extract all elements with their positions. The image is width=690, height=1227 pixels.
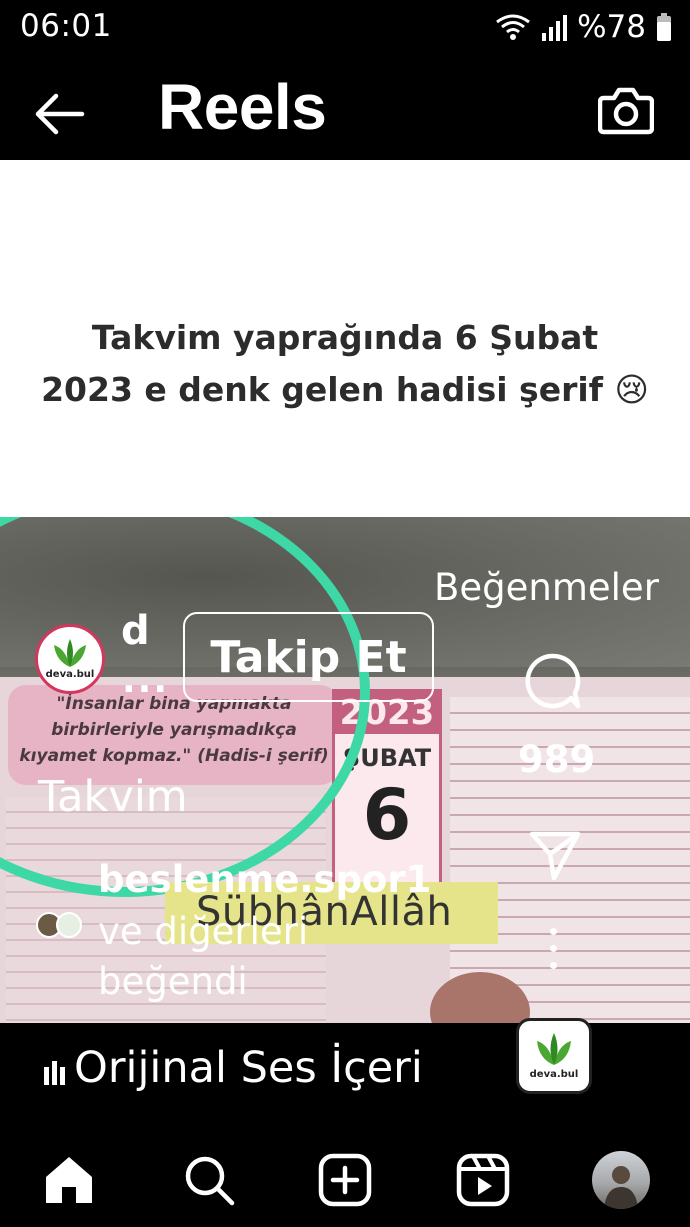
create-post-icon[interactable] <box>318 1153 372 1207</box>
home-icon[interactable] <box>42 1153 96 1207</box>
calendar-day: 6 <box>362 774 412 856</box>
status-icons: %78 <box>495 9 672 45</box>
more-options-icon[interactable] <box>545 928 561 992</box>
audio-wave-icon <box>44 1061 66 1085</box>
audio-label[interactable]: Orijinal Ses İçeri <box>74 1043 423 1093</box>
leaf-logo-icon <box>54 639 86 667</box>
avatar-brand: deva.bul <box>45 669 95 680</box>
audio-thumb-brand: deva.bul <box>529 1069 579 1080</box>
liker-avatar <box>56 912 82 938</box>
liker-avatars <box>36 912 84 940</box>
header: Reels <box>0 56 690 160</box>
reel-video[interactable]: Takvim yaprağında 6 Şubat 2023 e denk ge… <box>0 160 690 1023</box>
reel-caption-line1: Takvim yaprağında 6 Şubat <box>91 318 599 357</box>
liked-by-user[interactable]: beslenme.spor1 <box>98 858 431 901</box>
reel-caption-panel: Takvim yaprağında 6 Şubat 2023 e denk ge… <box>0 160 690 517</box>
reels-icon[interactable] <box>456 1153 510 1207</box>
liked-by-suffix: beğendi <box>98 960 248 1003</box>
page-title: Reels <box>158 71 327 143</box>
audio-bar[interactable]: Orijinal Ses İçeri deva.bul <box>0 1018 690 1123</box>
search-icon[interactable] <box>182 1153 236 1207</box>
comment-icon[interactable] <box>524 652 582 710</box>
bottom-nav <box>0 1123 690 1227</box>
reel-caption-line2: 2023 e denk gelen hadisi şerif 😢 <box>41 370 649 409</box>
liked-by-others[interactable]: ve diğerleri <box>98 910 308 953</box>
status-bar: 06:01 %78 <box>0 0 690 56</box>
follow-button[interactable]: Takip Et <box>183 612 434 702</box>
profile-photo-icon <box>604 1166 638 1209</box>
battery-percent: %78 <box>577 9 646 45</box>
heart-icon[interactable] <box>524 478 582 518</box>
camera-icon[interactable] <box>598 82 654 138</box>
signal-icon <box>542 15 568 41</box>
comment-count[interactable]: 989 <box>518 738 595 781</box>
avatar[interactable]: deva.bul <box>35 624 105 694</box>
back-arrow-icon[interactable] <box>30 84 90 144</box>
profile-avatar[interactable] <box>592 1151 650 1209</box>
battery-icon <box>657 13 671 41</box>
post-caption[interactable]: Takvim <box>38 772 188 822</box>
wifi-icon <box>496 14 530 40</box>
status-time: 06:01 <box>20 8 112 44</box>
username-ellipsis: ... <box>122 660 170 701</box>
leaf-logo-icon <box>537 1033 571 1065</box>
share-icon[interactable] <box>528 828 582 882</box>
reel-caption-text: Takvim yaprağında 6 Şubat 2023 e denk ge… <box>0 312 690 416</box>
audio-thumbnail[interactable]: deva.bul <box>516 1018 592 1094</box>
username[interactable]: d <box>121 608 150 654</box>
likes-label[interactable]: Beğenmeler <box>434 566 659 609</box>
